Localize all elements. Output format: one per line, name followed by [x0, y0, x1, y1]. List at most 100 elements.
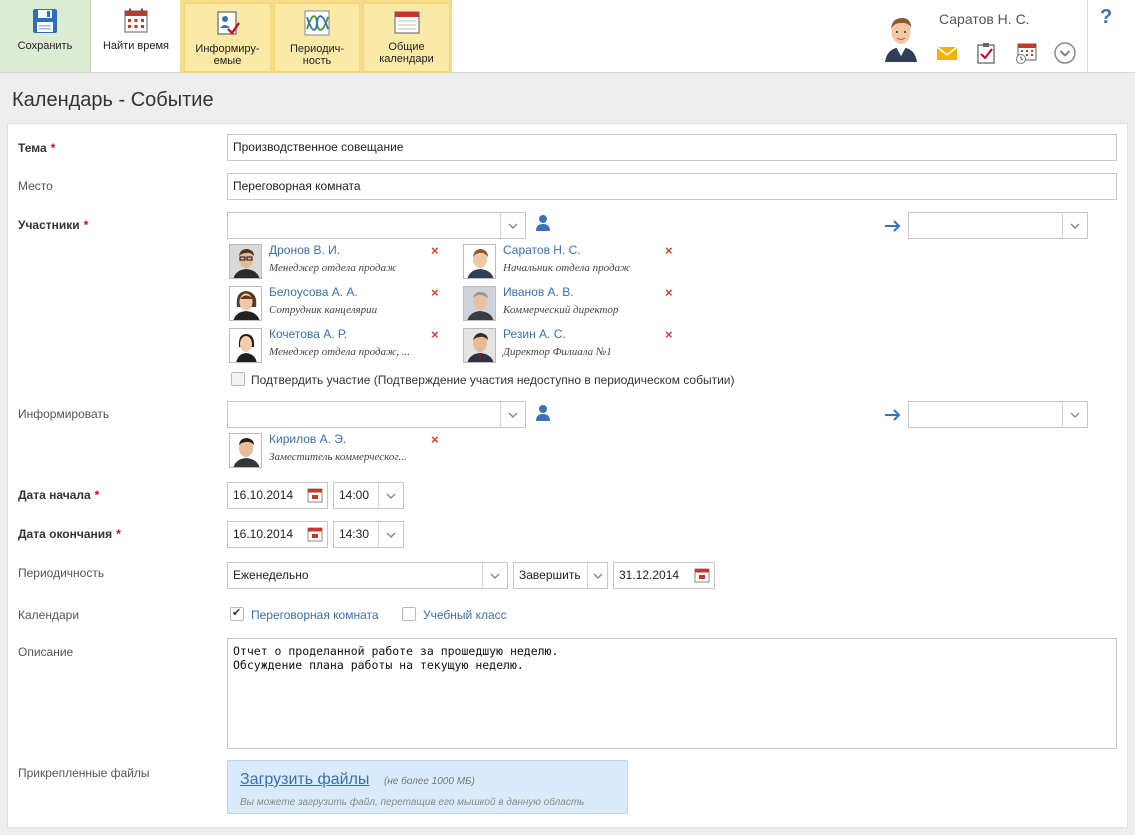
find-time-button[interactable]: Найти время — [92, 0, 180, 72]
confirm-participation-checkbox[interactable] — [231, 372, 245, 386]
calendar-clock-icon[interactable] — [1015, 42, 1037, 64]
participant-name[interactable]: Кочетова А. Р. — [269, 327, 347, 341]
clipboard-check-icon[interactable] — [975, 42, 997, 64]
participant-name[interactable]: Дронов В. И. — [269, 243, 340, 257]
end-date-input[interactable]: 16.10.2014 — [227, 521, 328, 548]
save-button[interactable]: Сохранить — [0, 0, 91, 72]
avatar — [463, 286, 496, 321]
avatar — [229, 244, 262, 279]
calendar-label-classroom[interactable]: Учебный класс — [423, 608, 507, 622]
informed-card: Кирилов А. Э. Заместитель коммерческог..… — [229, 432, 459, 472]
floppy-disk-icon — [33, 9, 57, 33]
chevron-down-icon[interactable] — [1062, 213, 1087, 238]
remove-participant-button[interactable]: × — [431, 327, 439, 342]
participants-combo[interactable] — [227, 212, 526, 239]
start-time-combo[interactable]: 14:00 — [333, 482, 404, 509]
calendar-icon — [393, 11, 420, 34]
calendar-label-meeting-room[interactable]: Переговорная комната — [251, 608, 379, 622]
remove-informed-button[interactable]: × — [431, 432, 439, 447]
remove-participant-button[interactable]: × — [665, 243, 673, 258]
avatar — [229, 286, 262, 321]
user-area: Саратов Н. С. — [877, 0, 1087, 73]
periodic-chart-icon — [304, 10, 330, 36]
avatar — [463, 244, 496, 279]
arrow-right-icon[interactable] — [884, 219, 902, 233]
avatar[interactable] — [881, 10, 921, 62]
inform-target-combo[interactable] — [908, 401, 1088, 428]
toolbar: Сохранить Найти время Информиру-емые Пер… — [0, 0, 1135, 73]
participant-card: Иванов А. В. Коммерческий директор × — [463, 285, 693, 325]
avatar — [229, 433, 262, 468]
place-input[interactable]: Переговорная комната — [227, 173, 1117, 200]
participant-name[interactable]: Иванов А. В. — [503, 285, 574, 299]
participant-card: Дронов В. И. Менеджер отдела продаж × — [229, 243, 459, 283]
participant-position: Сотрудник канцелярии — [269, 304, 378, 316]
calendars-label: Календари — [18, 608, 80, 622]
end-date-label: Дата окончания * — [18, 527, 121, 541]
participant-name[interactable]: Белоусова А. А. — [269, 285, 358, 299]
person-icon[interactable] — [535, 404, 551, 422]
shared-calendars-toggle-button[interactable]: Общие календари — [363, 3, 450, 72]
participant-position: Директор Филиала №1 — [503, 346, 612, 358]
period-end-date-input[interactable]: 31.12.2014 — [613, 562, 715, 589]
upload-files-link[interactable]: Загрузить файлы — [240, 771, 369, 789]
start-date-label: Дата начала * — [18, 488, 100, 502]
inform-combo[interactable] — [227, 401, 526, 428]
start-date-input[interactable]: 16.10.2014 — [227, 482, 328, 509]
periodicity-toggle-button[interactable]: Периодич-ность — [274, 3, 360, 72]
envelope-icon[interactable] — [936, 42, 958, 64]
remove-participant-button[interactable]: × — [431, 285, 439, 300]
confirm-participation-label: Подтвердить участие (Подтверждение участ… — [251, 373, 735, 387]
participant-card: Кочетова А. Р. Менеджер отдела продаж, .… — [229, 327, 459, 367]
end-time-combo[interactable]: 14:30 — [333, 521, 404, 548]
chevron-down-icon[interactable] — [587, 563, 607, 588]
chevron-down-icon[interactable] — [500, 402, 525, 427]
subject-input[interactable]: Производственное совещание — [227, 134, 1117, 161]
chevron-down-circle-icon[interactable] — [1054, 42, 1076, 64]
calendar-icon[interactable] — [303, 483, 327, 508]
participant-card: Резин А. С. Директор Филиала №1 × — [463, 327, 693, 367]
person-icon[interactable] — [535, 214, 551, 232]
participant-card: Саратов Н. С. Начальник отдела продаж × — [463, 243, 693, 283]
chevron-down-icon[interactable] — [482, 563, 507, 588]
calendar-icon[interactable] — [303, 522, 327, 547]
attached-files-label: Прикрепленные файлы — [18, 766, 150, 780]
inform-label: Информировать — [18, 407, 110, 421]
remove-participant-button[interactable]: × — [665, 285, 673, 300]
calendar-icon[interactable] — [690, 563, 714, 588]
arrow-right-icon[interactable] — [884, 408, 902, 422]
periodicity-label: Периодичность — [18, 566, 105, 580]
place-label: Место — [18, 179, 53, 193]
participant-name[interactable]: Резин А. С. — [503, 327, 566, 341]
participants-label: Участники * — [18, 218, 89, 232]
description-label: Описание — [18, 645, 74, 659]
remove-participant-button[interactable]: × — [431, 243, 439, 258]
participant-position: Коммерческий директор — [503, 304, 619, 316]
calendar-checkbox-meeting-room[interactable] — [230, 606, 244, 621]
subject-label: Тема * — [18, 141, 56, 155]
chevron-down-icon[interactable] — [378, 483, 403, 508]
participants-target-combo[interactable] — [908, 212, 1088, 239]
participant-position: Менеджер отдела продаж — [269, 262, 397, 274]
toolbar-separator — [1087, 0, 1088, 73]
chevron-down-icon[interactable] — [500, 213, 525, 238]
informed-name[interactable]: Кирилов А. Э. — [269, 432, 346, 446]
description-textarea[interactable]: Отчет о проделанной работе за прошедшую … — [227, 638, 1117, 749]
user-name[interactable]: Саратов Н. С. — [939, 11, 1030, 27]
chevron-down-icon[interactable] — [1062, 402, 1087, 427]
upload-hint-text: Вы можете загрузить файл, перетащив его … — [240, 797, 585, 808]
help-button[interactable]: ? — [1100, 6, 1112, 29]
chevron-down-icon[interactable] — [378, 522, 403, 547]
upload-limit-text: (не более 1000 МБ) — [384, 776, 475, 787]
remove-participant-button[interactable]: × — [665, 327, 673, 342]
event-form: Тема * Производственное совещание Место П… — [7, 123, 1128, 828]
calendar-checkbox-classroom[interactable] — [402, 607, 416, 621]
periodicity-combo[interactable]: Еженедельно — [227, 562, 508, 589]
informed-toggle-button[interactable]: Информиру-емые — [184, 3, 271, 72]
participant-name[interactable]: Саратов Н. С. — [503, 243, 581, 257]
person-check-icon — [216, 11, 240, 35]
participant-position: Начальник отдела продаж — [503, 262, 631, 274]
period-end-mode-combo[interactable]: Завершить — [513, 562, 608, 589]
participant-card: Белоусова А. А. Сотрудник канцелярии × — [229, 285, 459, 325]
file-drop-zone[interactable]: Загрузить файлы (не более 1000 МБ) Вы мо… — [227, 760, 628, 814]
